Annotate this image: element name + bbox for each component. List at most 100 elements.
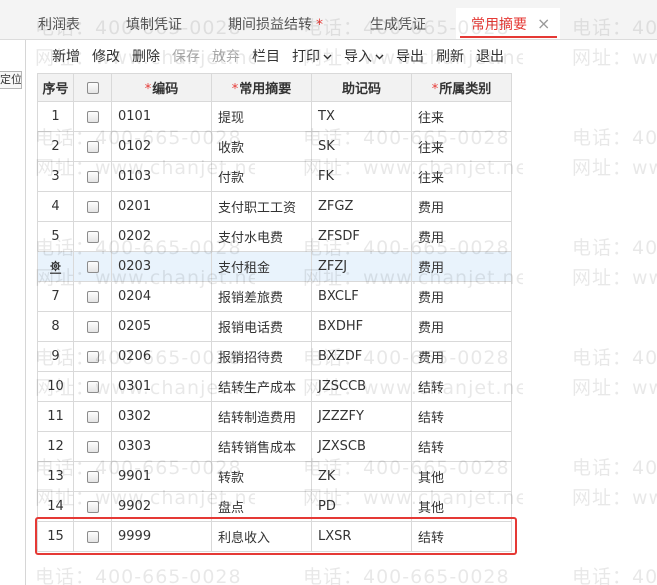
header-code[interactable]: *编码 — [111, 73, 212, 102]
tab-common-summary[interactable]: 常用摘要 — [471, 15, 527, 35]
exit-button[interactable]: 退出 — [476, 47, 504, 67]
summary-cell[interactable]: 支付租金 — [211, 251, 312, 282]
mnemonic-cell[interactable]: SK — [311, 131, 412, 162]
table-row[interactable]: 2 0102 收款 SK 往来 — [37, 131, 512, 162]
row-checkbox-cell[interactable] — [73, 461, 112, 492]
row-checkbox[interactable] — [86, 110, 99, 123]
summary-cell[interactable]: 付款 — [211, 161, 312, 192]
category-cell[interactable]: 其他 — [411, 491, 512, 522]
category-cell[interactable]: 往来 — [411, 101, 512, 132]
table-row[interactable]: 4 0201 支付职工工资 ZFGZ 费用 — [37, 191, 512, 222]
row-checkbox-cell[interactable] — [73, 371, 112, 402]
category-cell[interactable]: 费用 — [411, 251, 512, 282]
header-mnemonic[interactable]: 助记码 — [311, 73, 412, 102]
row-checkbox-cell[interactable] — [73, 521, 112, 552]
summary-cell[interactable]: 支付职工工资 — [211, 191, 312, 222]
row-settings-cell[interactable] — [37, 251, 74, 282]
category-cell[interactable]: 费用 — [411, 281, 512, 312]
summary-cell[interactable]: 结转生产成本 — [211, 371, 312, 402]
code-cell[interactable]: 0302 — [111, 401, 212, 432]
row-checkbox[interactable] — [86, 470, 99, 483]
table-row[interactable]: 13 9901 转款 ZK 其他 — [37, 461, 512, 492]
summary-cell[interactable]: 盘点 — [211, 491, 312, 522]
row-checkbox-cell[interactable] — [73, 161, 112, 192]
row-checkbox[interactable] — [86, 350, 99, 363]
mnemonic-cell[interactable]: BXZDF — [311, 341, 412, 372]
columns-button[interactable]: 栏目 — [252, 47, 280, 67]
table-row[interactable]: 15 9999 利息收入 LXSR 结转 — [37, 521, 512, 552]
code-cell[interactable]: 0103 — [111, 161, 212, 192]
row-checkbox-cell[interactable] — [73, 491, 112, 522]
table-row[interactable]: 1 0101 提现 TX 往来 — [37, 101, 512, 132]
category-cell[interactable]: 往来 — [411, 161, 512, 192]
code-cell[interactable]: 0201 — [111, 191, 212, 222]
code-cell[interactable]: 0203 — [111, 251, 212, 282]
header-summary[interactable]: *常用摘要 — [211, 73, 312, 102]
row-checkbox[interactable] — [86, 140, 99, 153]
code-cell[interactable]: 0205 — [111, 311, 212, 342]
row-checkbox-cell[interactable] — [73, 341, 112, 372]
row-checkbox-cell[interactable] — [73, 431, 112, 462]
tab-period-profit-loss-transfer[interactable]: 期间损益结转 * — [228, 15, 323, 35]
row-checkbox-cell[interactable] — [73, 281, 112, 312]
row-checkbox[interactable] — [86, 200, 99, 213]
tab-fill-voucher[interactable]: 填制凭证 — [126, 15, 182, 35]
summary-cell[interactable]: 支付水电费 — [211, 221, 312, 252]
mnemonic-cell[interactable]: ZFGZ — [311, 191, 412, 222]
category-cell[interactable]: 结转 — [411, 521, 512, 552]
table-row[interactable]: 9 0206 报销招待费 BXZDF 费用 — [37, 341, 512, 372]
header-category[interactable]: *所属类别 — [411, 73, 512, 102]
code-cell[interactable]: 0303 — [111, 431, 212, 462]
mnemonic-cell[interactable]: JZZZFY — [311, 401, 412, 432]
table-row[interactable]: 5 0202 支付水电费 ZFSDF 费用 — [37, 221, 512, 252]
table-row[interactable]: 12 0303 结转销售成本 JZXSCB 结转 — [37, 431, 512, 462]
row-checkbox[interactable] — [86, 410, 99, 423]
summary-cell[interactable]: 收款 — [211, 131, 312, 162]
row-checkbox[interactable] — [86, 440, 99, 453]
category-cell[interactable]: 其他 — [411, 461, 512, 492]
row-checkbox-cell[interactable] — [73, 221, 112, 252]
summary-cell[interactable]: 提现 — [211, 101, 312, 132]
mnemonic-cell[interactable]: ZFZJ — [311, 251, 412, 282]
category-cell[interactable]: 结转 — [411, 371, 512, 402]
tab-income-statement[interactable]: 利润表 — [38, 15, 80, 35]
edit-button[interactable]: 修改 — [92, 47, 120, 67]
select-all-checkbox[interactable] — [86, 81, 99, 94]
discard-button[interactable]: 放弃 — [212, 47, 240, 67]
mnemonic-cell[interactable]: BXCLF — [311, 281, 412, 312]
row-checkbox[interactable] — [86, 320, 99, 333]
summary-cell[interactable]: 报销招待费 — [211, 341, 312, 372]
table-row[interactable]: 10 0301 结转生产成本 JZSCCB 结转 — [37, 371, 512, 402]
code-cell[interactable]: 0204 — [111, 281, 212, 312]
category-cell[interactable]: 费用 — [411, 311, 512, 342]
category-cell[interactable]: 费用 — [411, 341, 512, 372]
close-icon[interactable]: × — [537, 14, 550, 34]
row-checkbox[interactable] — [86, 380, 99, 393]
code-cell[interactable]: 0202 — [111, 221, 212, 252]
row-checkbox[interactable] — [86, 530, 99, 543]
new-button[interactable]: 新增 — [52, 47, 80, 67]
category-cell[interactable]: 往来 — [411, 131, 512, 162]
mnemonic-cell[interactable]: JZXSCB — [311, 431, 412, 462]
row-checkbox-cell[interactable] — [73, 101, 112, 132]
mnemonic-cell[interactable]: LXSR — [311, 521, 412, 552]
print-dropdown[interactable]: 打印 — [292, 47, 332, 67]
code-cell[interactable]: 9901 — [111, 461, 212, 492]
code-cell[interactable]: 0301 — [111, 371, 212, 402]
mnemonic-cell[interactable]: JZSCCB — [311, 371, 412, 402]
row-checkbox[interactable] — [86, 500, 99, 513]
table-row[interactable]: 14 9902 盘点 PD 其他 — [37, 491, 512, 522]
code-cell[interactable]: 0206 — [111, 341, 212, 372]
tab-generate-voucher[interactable]: 生成凭证 — [370, 15, 426, 35]
row-checkbox-cell[interactable] — [73, 131, 112, 162]
mnemonic-cell[interactable]: PD — [311, 491, 412, 522]
category-cell[interactable]: 费用 — [411, 191, 512, 222]
table-row[interactable]: 8 0205 报销电话费 BXDHF 费用 — [37, 311, 512, 342]
delete-button[interactable]: 删除 — [132, 47, 160, 67]
mnemonic-cell[interactable]: ZFSDF — [311, 221, 412, 252]
summary-cell[interactable]: 结转制造费用 — [211, 401, 312, 432]
category-cell[interactable]: 费用 — [411, 221, 512, 252]
mnemonic-cell[interactable]: TX — [311, 101, 412, 132]
row-checkbox[interactable] — [86, 290, 99, 303]
save-button[interactable]: 保存 — [172, 47, 200, 67]
